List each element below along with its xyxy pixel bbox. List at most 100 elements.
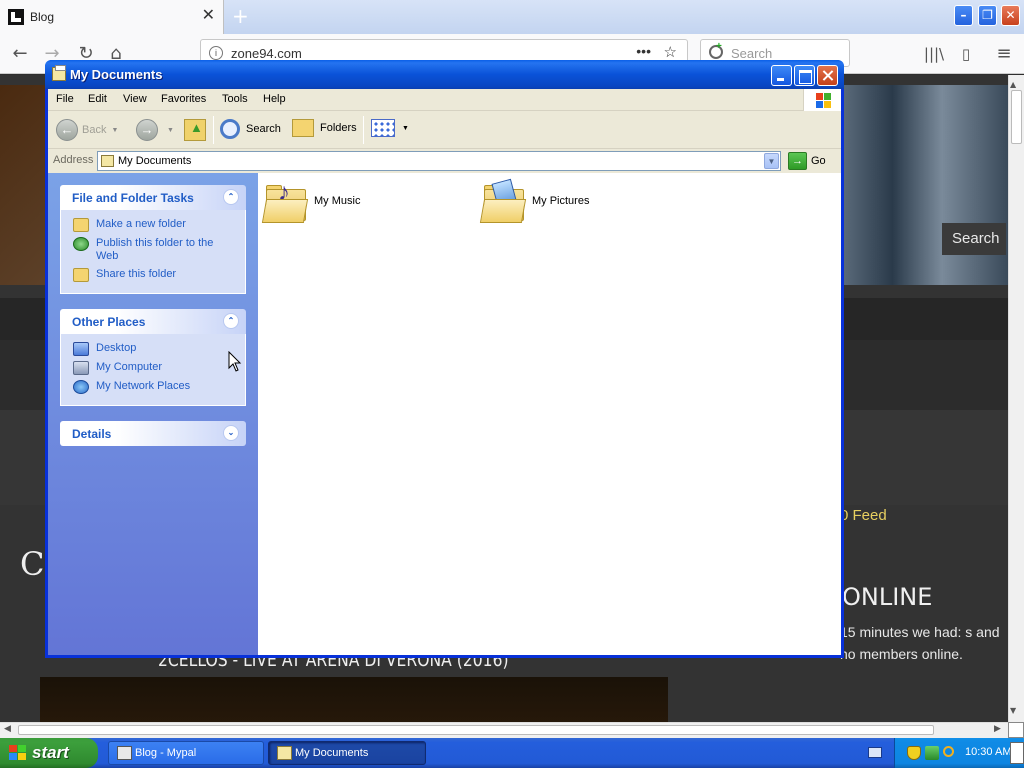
network-places-icon <box>73 380 89 394</box>
clock[interactable]: 10:30 AM <box>965 746 1011 758</box>
close-button[interactable] <box>817 65 838 86</box>
address-bar: Address My Documents ▼ → Go <box>48 149 841 173</box>
maximize-button[interactable] <box>794 65 815 86</box>
share-folder-link[interactable]: Share this folder <box>73 268 245 282</box>
file-name: My Music <box>314 195 361 207</box>
show-desktop-button[interactable] <box>1010 742 1024 764</box>
views-button[interactable]: ▼ <box>371 119 409 137</box>
link-label: Make a new folder <box>96 218 186 230</box>
browser-tab-blog[interactable]: Blog ✕ <box>0 0 224 34</box>
system-tray: 10:30 AM <box>894 738 1024 768</box>
desktop-link[interactable]: Desktop <box>73 342 245 356</box>
article-image[interactable] <box>40 677 668 722</box>
hamburger-menu-icon[interactable]: ≡ <box>992 42 1016 66</box>
scroll-left-icon[interactable]: ◀ <box>4 724 11 734</box>
taskbar-item-my-documents[interactable]: My Documents <box>268 741 426 765</box>
back-button[interactable]: ← Back ▼ <box>56 119 118 141</box>
explorer-window: My Documents File Edit View Favorites To… <box>45 60 844 658</box>
security-shield-icon[interactable] <box>907 746 921 760</box>
mouse-pointer-icon <box>228 351 242 372</box>
info-icon[interactable]: i <box>209 46 223 60</box>
file-folder-tasks-header[interactable]: File and Folder Tasks ⌃ <box>60 185 246 210</box>
address-label: Address <box>53 154 94 166</box>
menu-view[interactable]: View <box>123 93 147 105</box>
publish-folder-link[interactable]: Publish this folder to the Web <box>73 237 245 263</box>
menu-edit[interactable]: Edit <box>88 93 107 105</box>
toolbar-separator <box>213 116 214 144</box>
link-label: Publish this folder to the Web <box>96 237 214 262</box>
views-dropdown-icon[interactable]: ▼ <box>402 125 409 132</box>
menu-bar: File Edit View Favorites Tools Help <box>48 89 841 111</box>
city-skyline-image <box>843 85 1008 285</box>
back-arrow-icon[interactable]: ← <box>8 42 32 66</box>
my-documents-icon <box>52 65 66 81</box>
address-input[interactable]: My Documents ▼ <box>97 151 781 171</box>
task-pane: File and Folder Tasks ⌃ Make a new folde… <box>48 173 258 655</box>
search-tray-icon[interactable] <box>943 746 954 757</box>
my-computer-icon <box>73 361 89 375</box>
file-folder-tasks-panel: File and Folder Tasks ⌃ Make a new folde… <box>60 185 246 294</box>
explorer-title-bar[interactable]: My Documents <box>45 60 844 89</box>
browser-icon <box>117 746 132 760</box>
other-places-header[interactable]: Other Places ⌃ <box>60 309 246 334</box>
address-dropdown-icon[interactable]: ▼ <box>764 153 779 169</box>
link-label: Desktop <box>96 342 137 354</box>
start-label: start <box>32 743 69 762</box>
details-header[interactable]: Details ⌄ <box>60 421 246 446</box>
sidebar-icon[interactable]: ▯ <box>954 42 978 66</box>
taskbar-item-blog[interactable]: Blog - Mypal <box>108 741 264 765</box>
taskbar-item-label: My Documents <box>295 747 369 759</box>
vertical-scroll-thumb[interactable] <box>1011 90 1022 144</box>
file-folder-tasks-title: File and Folder Tasks <box>72 191 194 205</box>
my-documents-icon <box>277 746 292 760</box>
start-button[interactable]: start <box>0 738 98 768</box>
pictures-folder-icon <box>479 178 527 223</box>
my-pictures-folder[interactable]: My Pictures <box>479 178 589 223</box>
menu-file[interactable]: File <box>56 93 74 105</box>
menu-tools[interactable]: Tools <box>222 93 248 105</box>
forward-dropdown-icon[interactable]: ▼ <box>167 127 174 134</box>
library-icon[interactable]: |||\ <box>922 42 946 66</box>
browser-minimize-button[interactable]: – <box>954 5 973 26</box>
collapse-chevron-icon[interactable]: ⌃ <box>223 313 239 329</box>
toolbar-separator <box>363 116 364 144</box>
make-new-folder-link[interactable]: Make a new folder <box>73 218 245 232</box>
my-computer-link[interactable]: My Computer <box>73 361 245 375</box>
menu-help[interactable]: Help <box>263 93 286 105</box>
vertical-scrollbar[interactable] <box>1008 75 1024 722</box>
horizontal-scroll-thumb[interactable] <box>18 725 934 735</box>
site-search-button[interactable]: Search <box>942 223 1006 255</box>
page-actions-icon[interactable]: ••• <box>636 43 651 59</box>
minimize-button[interactable] <box>771 65 792 86</box>
network-icon[interactable] <box>925 746 939 760</box>
bookmark-star-icon[interactable]: ☆ <box>664 43 677 61</box>
my-music-folder[interactable]: ♪ My Music <box>261 179 361 223</box>
expand-chevron-icon[interactable]: ⌄ <box>223 425 239 441</box>
my-network-places-link[interactable]: My Network Places <box>73 380 245 394</box>
back-dropdown-icon[interactable]: ▼ <box>111 127 118 134</box>
folders-button[interactable]: Folders <box>292 119 357 137</box>
scroll-down-icon[interactable]: ▼ <box>1010 706 1016 715</box>
search-icon <box>220 119 240 139</box>
new-tab-icon[interactable]: + <box>232 4 249 28</box>
go-button[interactable]: → Go <box>788 152 826 170</box>
logo-blue <box>816 101 823 108</box>
up-button[interactable] <box>184 119 206 141</box>
link-label: My Computer <box>96 361 163 373</box>
browser-restore-button[interactable]: ❐ <box>978 5 997 26</box>
other-places-panel: Other Places ⌃ Desktop My Computer My Ne… <box>60 309 246 406</box>
menu-favorites[interactable]: Favorites <box>161 93 206 105</box>
search-button[interactable]: Search <box>220 119 281 139</box>
forward-button[interactable]: → ▼ <box>136 119 174 141</box>
new-folder-icon <box>73 218 89 232</box>
tab-close-icon[interactable]: ✕ <box>202 8 215 24</box>
go-label: Go <box>811 155 826 167</box>
explorer-main: File and Folder Tasks ⌃ Make a new folde… <box>48 173 841 655</box>
keyboard-icon[interactable] <box>868 747 882 758</box>
browser-close-button[interactable]: ✕ <box>1001 5 1020 26</box>
rss-feed-link[interactable]: 0 Feed <box>840 507 887 524</box>
scroll-up-icon[interactable]: ▲ <box>1010 80 1016 89</box>
scroll-right-icon[interactable]: ▶ <box>994 724 1001 734</box>
collapse-chevron-icon[interactable]: ⌃ <box>223 189 239 205</box>
search-label: Search <box>246 123 281 135</box>
